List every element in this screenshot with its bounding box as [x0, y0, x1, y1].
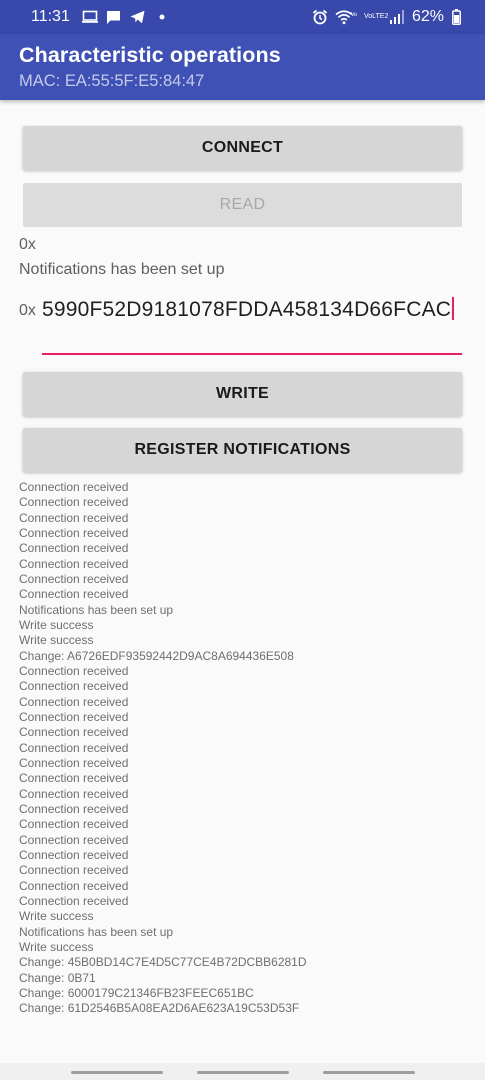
svg-text:Vo: Vo	[351, 12, 357, 18]
status-time: 11:31	[31, 8, 70, 25]
hex-prefix: 0x	[19, 302, 36, 319]
network-label: VoLTE2	[363, 13, 389, 20]
log-line: Write success	[19, 939, 94, 954]
log-line: Connection received	[19, 755, 129, 770]
log-line: Connection received	[19, 878, 129, 893]
signal-icon	[389, 9, 405, 25]
log-line: Write success	[19, 633, 94, 648]
log-line: Connection received	[19, 556, 129, 571]
log-line: Change: 45B0BD14C7E4D5C77CE4B72DCBB6281D	[19, 955, 307, 970]
read-button[interactable]: READ	[23, 183, 462, 227]
input-underline	[42, 353, 462, 355]
register-notifications-button[interactable]: REGISTER NOTIFICATIONS	[23, 428, 462, 472]
nav-back-handle[interactable]	[323, 1071, 415, 1074]
log-line: Connection received	[19, 679, 129, 694]
log-line: Connection received	[19, 709, 129, 724]
log-line: Change: A6726EDF93592442D9AC8A694436E508	[19, 648, 294, 663]
log-line: Connection received	[19, 510, 129, 525]
log-line: Change: 6000179C21346FB23FEEC651BC	[19, 985, 254, 1000]
log-line: Connection received	[19, 817, 129, 832]
log-line: Connection received	[19, 571, 129, 586]
log-line: Notifications has been set up	[19, 602, 174, 617]
status-left: 11:31	[31, 8, 170, 26]
navigation-bar	[0, 1063, 485, 1080]
log-line: Connection received	[19, 525, 129, 540]
log-line: Connection received	[19, 832, 129, 847]
app-title: Characteristic operations	[19, 43, 281, 67]
log-line: Connection received	[19, 694, 129, 709]
screen-cast-icon	[81, 9, 98, 25]
nav-home-handle[interactable]	[197, 1071, 289, 1074]
log-line: Connection received	[19, 495, 129, 510]
connect-button[interactable]: CONNECT	[23, 126, 462, 170]
log-line: Connection received	[19, 740, 129, 755]
event-log: Connection received Connection received Co…	[19, 480, 464, 1016]
app-bar: Characteristic operations MAC: EA:55:5F:…	[0, 34, 485, 100]
log-line: Connection received	[19, 587, 129, 602]
alarm-icon	[312, 9, 328, 25]
log-line: Change: 61D2546B5A08EA2D6AE623A19C53D53F	[19, 1001, 300, 1016]
log-line: Connection received	[19, 847, 129, 862]
write-button[interactable]: WRITE	[23, 372, 462, 416]
nav-recents-handle[interactable]	[71, 1071, 163, 1074]
hex-value-text: 5990F52D9181078FDDA458134D66FCAC	[42, 298, 452, 321]
dot-icon	[154, 9, 170, 25]
log-line: Connection received	[19, 663, 129, 678]
log-line: Change: 0B71	[19, 970, 96, 985]
hex-value-input[interactable]: 5990F52D9181078FDDA458134D66FCAC	[42, 296, 462, 356]
battery-percent: 62%	[411, 8, 444, 25]
log-line: Connection received	[19, 725, 129, 740]
log-line: Connection received	[19, 480, 129, 494]
device-mac-address: MAC: EA:55:5F:E5:84:47	[19, 72, 205, 90]
battery-icon	[451, 9, 461, 25]
status-bar: 11:31 Vo VoLTE2 62%	[0, 0, 485, 34]
notification-status: Notifications has been set up	[19, 261, 225, 278]
log-line: Connection received	[19, 771, 129, 786]
log-line: Connection received	[19, 786, 129, 801]
log-line: Connection received	[19, 541, 129, 556]
telegram-icon	[130, 9, 146, 25]
log-line: Connection received	[19, 801, 129, 816]
wifi-icon: Vo	[335, 9, 357, 25]
read-value: 0x	[19, 236, 36, 253]
log-line: Connection received	[19, 893, 129, 908]
text-cursor	[452, 297, 455, 320]
status-right: Vo VoLTE2 62%	[312, 8, 461, 26]
log-line: Connection received	[19, 863, 129, 878]
log-line: Write success	[19, 909, 94, 924]
log-line: Write success	[19, 617, 94, 632]
message-icon	[106, 9, 122, 25]
log-line: Notifications has been set up	[19, 924, 174, 939]
